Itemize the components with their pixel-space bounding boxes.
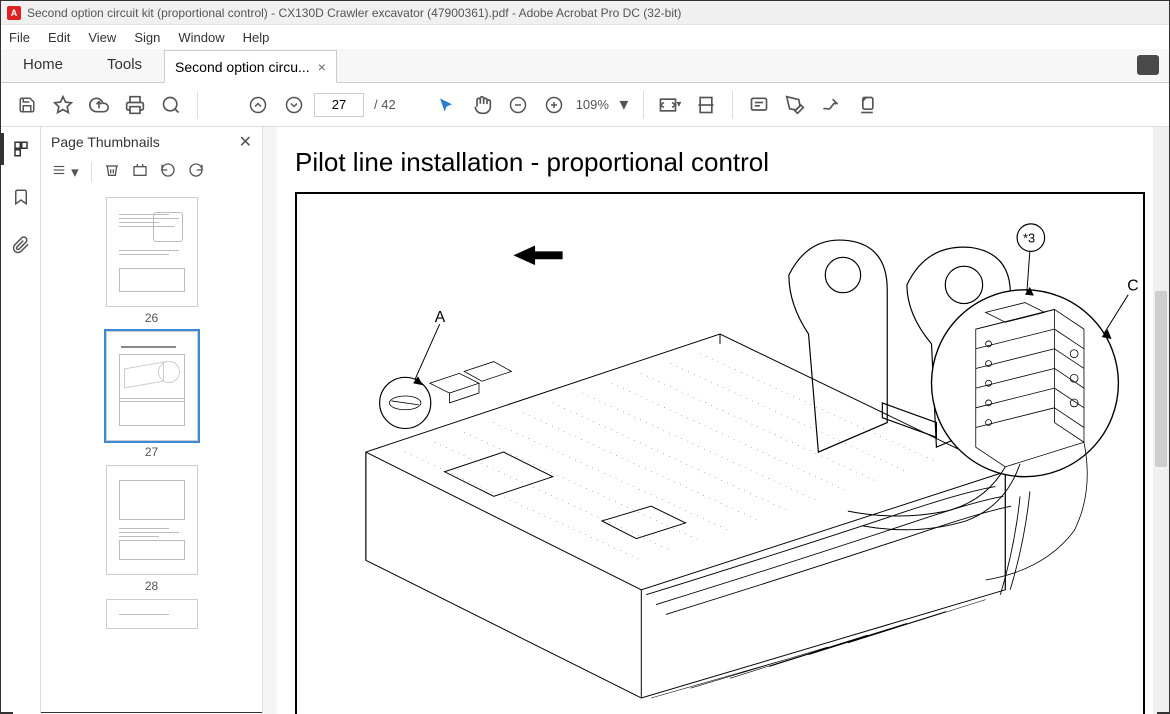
thumbnail-label: 28 [104,579,200,593]
thumbnail-view-icon[interactable] [132,162,148,182]
cloud-icon[interactable] [83,89,115,121]
scrollbar-thumb[interactable] [1155,291,1167,467]
thumbnail-26[interactable]: 26 [104,197,200,325]
thumbnail-27[interactable]: 27 [104,331,200,459]
tab-document-label: Second option circu... [175,59,310,75]
highlight-icon[interactable] [779,89,811,121]
document-page: Pilot line installation - proportional c… [277,127,1163,714]
toolbar: / 42 109% ▾ ▾ [1,83,1169,127]
menu-help[interactable]: Help [243,30,270,45]
corner-mark [1157,0,1170,13]
thumbnail-list[interactable]: 26 27 [41,187,262,714]
thumbnails-rail-icon[interactable] [7,135,35,163]
page-total-label: / 42 [374,97,396,112]
tab-document[interactable]: Second option circu... × [164,50,337,83]
thumbnail-toolbar: ▾ [41,157,262,187]
page-down-icon[interactable] [278,89,310,121]
left-nav-rail [1,127,41,714]
stamp-icon[interactable] [851,89,883,121]
title-bar: A Second option circuit kit (proportiona… [1,1,1169,25]
menu-sign[interactable]: Sign [134,30,160,45]
tab-tools[interactable]: Tools [85,47,164,82]
page-heading: Pilot line installation - proportional c… [295,147,1145,178]
tab-home[interactable]: Home [1,47,85,82]
callout-a: A [435,309,446,326]
callout-star3: *3 [1023,231,1035,246]
thumbnail-header: Page Thumbnails ✕ [41,127,262,157]
thumbnail-delete-icon[interactable] [104,162,120,182]
thumbnail-label: 26 [104,311,200,325]
menu-window[interactable]: Window [178,30,224,45]
tab-close-icon[interactable]: × [318,59,326,75]
bookmark-rail-icon[interactable] [7,183,35,211]
sign-icon[interactable] [815,89,847,121]
thumbnail-29-partial[interactable] [104,599,200,629]
pointer-icon[interactable] [430,89,462,121]
page-number-input[interactable] [314,93,364,117]
fit-page-icon[interactable] [690,89,722,121]
zoom-dropdown-icon[interactable]: ▾ [615,89,633,121]
menu-edit[interactable]: Edit [48,30,70,45]
technical-drawing: A [295,192,1145,714]
share-feedback-icon[interactable] [1137,55,1159,75]
comment-icon[interactable] [743,89,775,121]
window-title: Second option circuit kit (proportional … [27,6,681,20]
tab-bar: Home Tools Second option circu... × [1,49,1169,83]
corner-mark [0,0,13,13]
corner-mark [1157,700,1170,714]
menu-view[interactable]: View [88,30,116,45]
save-icon[interactable] [11,89,43,121]
menu-bar: File Edit View Sign Window Help [1,25,1169,49]
print-icon[interactable] [119,89,151,121]
star-icon[interactable] [47,89,79,121]
zoom-value[interactable]: 109% [576,97,609,112]
document-viewport[interactable]: Pilot line installation - proportional c… [263,127,1169,714]
page-up-icon[interactable] [242,89,274,121]
menu-file[interactable]: File [9,30,30,45]
vertical-scrollbar[interactable] [1153,127,1169,714]
thumbnail-panel: Page Thumbnails ✕ ▾ [41,127,263,714]
fit-width-icon[interactable]: ▾ [654,89,686,121]
thumbnail-title: Page Thumbnails [51,134,160,150]
thumbnail-close-icon[interactable]: ✕ [239,132,252,152]
hand-tool-icon[interactable] [466,89,498,121]
thumbnail-28[interactable]: 28 [104,465,200,593]
callout-c: C [1127,278,1138,295]
thumbnail-options-icon[interactable]: ▾ [51,163,79,181]
zoom-out-icon[interactable] [502,89,534,121]
thumbnail-undo-icon[interactable] [160,162,176,182]
zoom-in-icon[interactable] [538,89,570,121]
attachment-rail-icon[interactable] [7,231,35,259]
main-area: Page Thumbnails ✕ ▾ [1,127,1169,714]
thumbnail-label: 27 [104,445,200,459]
thumbnail-redo-icon[interactable] [188,162,204,182]
corner-mark [0,700,13,714]
search-icon[interactable] [155,89,187,121]
